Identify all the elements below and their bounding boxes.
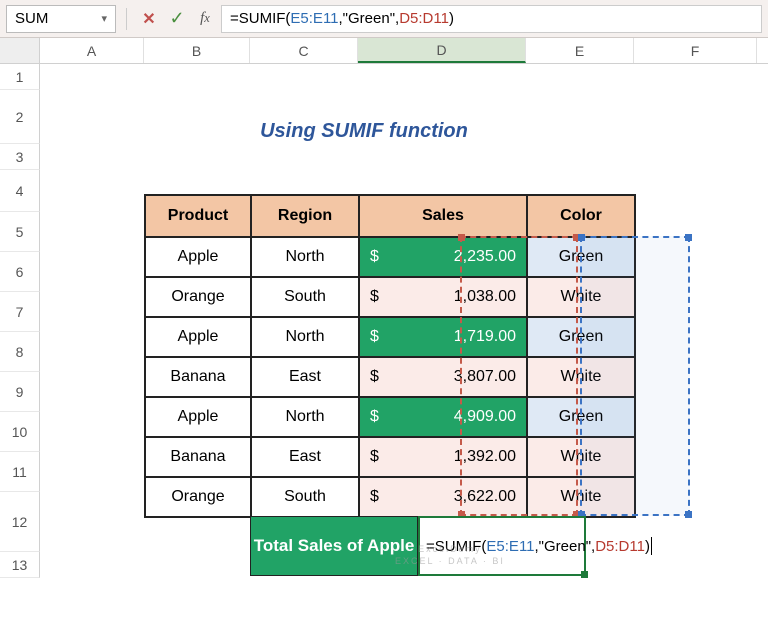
cell-sales[interactable]: $1,038.00 — [359, 277, 527, 317]
column-header-A[interactable]: A — [40, 38, 144, 63]
row-headers: 12345678910111213 — [0, 64, 40, 578]
cell-product[interactable]: Orange — [145, 277, 251, 317]
table-row: BananaEast$3,807.00White — [145, 357, 635, 397]
total-sales-label: Total Sales of Apple — [250, 516, 418, 576]
cell-sales[interactable]: $1,392.00 — [359, 437, 527, 477]
name-box[interactable]: SUM ▾ — [6, 5, 116, 33]
row-header-7[interactable]: 7 — [0, 292, 40, 332]
column-header-D[interactable]: D — [358, 38, 526, 63]
column-header-C[interactable]: C — [250, 38, 358, 63]
row-header-4[interactable]: 4 — [0, 170, 40, 212]
cell-sales[interactable]: $3,807.00 — [359, 357, 527, 397]
row-header-12[interactable]: 12 — [0, 492, 40, 552]
cell-color[interactable]: White — [527, 437, 635, 477]
cell-color[interactable]: Green — [527, 317, 635, 357]
cell-product[interactable]: Banana — [145, 437, 251, 477]
data-table: ProductRegionSalesColor AppleNorth$2,235… — [144, 194, 636, 518]
table-row: BananaEast$1,392.00White — [145, 437, 635, 477]
row-header-8[interactable]: 8 — [0, 332, 40, 372]
table-header-product[interactable]: Product — [145, 195, 251, 237]
cell-product[interactable]: Apple — [145, 397, 251, 437]
table-header-color[interactable]: Color — [527, 195, 635, 237]
fill-handle[interactable] — [581, 571, 588, 578]
cell-region[interactable]: East — [251, 437, 359, 477]
table-row: AppleNorth$4,909.00Green — [145, 397, 635, 437]
column-header-F[interactable]: F — [634, 38, 757, 63]
cell-sales[interactable]: $1,719.00 — [359, 317, 527, 357]
column-headers: ABCDEF — [0, 38, 768, 64]
cell-product[interactable]: Apple — [145, 237, 251, 277]
table-row: OrangeSouth$3,622.00White — [145, 477, 635, 517]
cell-sales[interactable]: $3,622.00 — [359, 477, 527, 517]
cell-area[interactable]: Using SUMIF function ProductRegionSalesC… — [40, 64, 768, 578]
cell-sales[interactable]: $4,909.00 — [359, 397, 527, 437]
cell-product[interactable]: Orange — [145, 477, 251, 517]
select-all-corner[interactable] — [0, 38, 40, 63]
cell-region[interactable]: South — [251, 277, 359, 317]
row-header-11[interactable]: 11 — [0, 452, 40, 492]
active-cell-formula: =SUMIF(E5:E11,"Green",D5:D11) — [426, 538, 650, 555]
cell-region[interactable]: North — [251, 237, 359, 277]
cell-region[interactable]: East — [251, 357, 359, 397]
confirm-icon[interactable]: ✓ — [165, 7, 189, 31]
spreadsheet-grid: ABCDEF 12345678910111213 Using SUMIF fun… — [0, 38, 768, 620]
cancel-icon[interactable]: ✕ — [137, 7, 161, 31]
cell-region[interactable]: South — [251, 477, 359, 517]
cell-product[interactable]: Apple — [145, 317, 251, 357]
cell-color[interactable]: Green — [527, 237, 635, 277]
row-header-13[interactable]: 13 — [0, 552, 40, 578]
cell-color[interactable]: White — [527, 277, 635, 317]
cell-region[interactable]: North — [251, 397, 359, 437]
table-row: AppleNorth$2,235.00Green — [145, 237, 635, 277]
table-header-sales[interactable]: Sales — [359, 195, 527, 237]
sheet-title: Using SUMIF function — [40, 120, 688, 143]
table-row: OrangeSouth$1,038.00White — [145, 277, 635, 317]
name-box-value: SUM — [15, 10, 48, 27]
cell-product[interactable]: Banana — [145, 357, 251, 397]
row-header-2[interactable]: 2 — [0, 90, 40, 144]
column-header-E[interactable]: E — [526, 38, 634, 63]
row-header-1[interactable]: 1 — [0, 64, 40, 90]
formula-bar: SUM ▾ ✕ ✓ fx =SUMIF(E5:E11,"Green",D5:D1… — [0, 0, 768, 38]
cell-color[interactable]: White — [527, 477, 635, 517]
column-header-B[interactable]: B — [144, 38, 250, 63]
fx-icon[interactable]: fx — [193, 7, 217, 31]
row-header-6[interactable]: 6 — [0, 252, 40, 292]
chevron-down-icon[interactable]: ▾ — [101, 12, 107, 25]
cell-color[interactable]: Green — [527, 397, 635, 437]
active-cell[interactable]: =SUMIF(E5:E11,"Green",D5:D11) — [418, 516, 586, 576]
cell-sales[interactable]: $2,235.00 — [359, 237, 527, 277]
table-header-region[interactable]: Region — [251, 195, 359, 237]
formula-input[interactable]: =SUMIF(E5:E11,"Green",D5:D11) — [221, 5, 762, 33]
divider — [126, 8, 127, 30]
cell-color[interactable]: White — [527, 357, 635, 397]
row-header-9[interactable]: 9 — [0, 372, 40, 412]
row-header-5[interactable]: 5 — [0, 212, 40, 252]
row-header-10[interactable]: 10 — [0, 412, 40, 452]
cell-region[interactable]: North — [251, 317, 359, 357]
row-header-3[interactable]: 3 — [0, 144, 40, 170]
table-row: AppleNorth$1,719.00Green — [145, 317, 635, 357]
formula-text: =SUMIF(E5:E11,"Green",D5:D11) — [230, 10, 454, 27]
